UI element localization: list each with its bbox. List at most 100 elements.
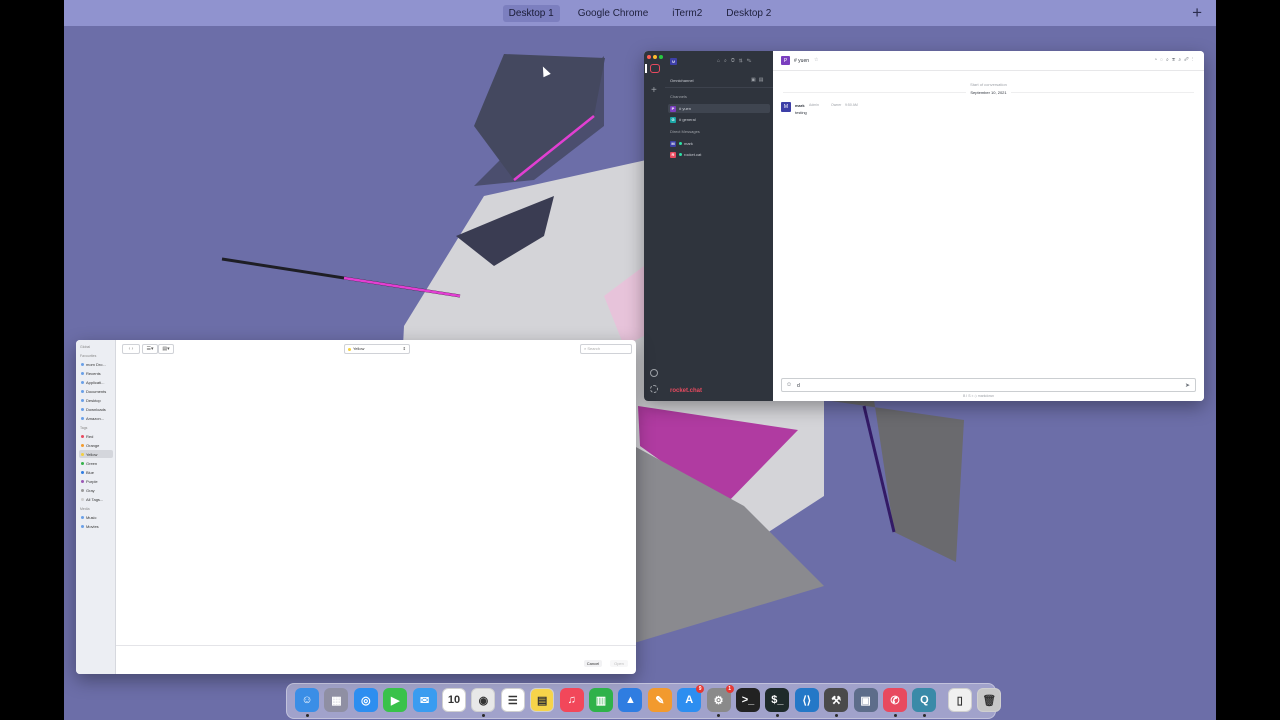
minimize-icon[interactable] — [653, 55, 657, 59]
room-toolbar-icons[interactable]: ◔◌⌕☏⌕✐⋮ — [1154, 57, 1196, 63]
sidebar-item-favourite[interactable]: Documents — [79, 387, 113, 395]
dock-mail-icon[interactable]: ✉ — [412, 688, 437, 712]
cancel-button[interactable]: Cancel — [584, 660, 602, 667]
dock-calendar-icon[interactable]: 10 — [442, 688, 466, 712]
dock-launchpad-icon[interactable]: ▦ — [324, 688, 349, 712]
dock: ☺ ▦ ◎ ▶ ✉ 10 ◉ ☰ ▤ ♫ ▥ ▲ ✎ A 9 ⚙ 1 >_ $_ ⟨⟩ ⚒ ▣ ✆ Q ▯ 🗑 — [286, 683, 1002, 719]
sidebar-item-favourite[interactable]: Desktop — [79, 396, 113, 404]
formatting-icons[interactable]: B I S ⌗ ⟨⟩ — [963, 394, 978, 398]
message-composer[interactable]: ☺ d ➤ — [781, 378, 1196, 392]
sidebar-item-favourite[interactable]: Downloads — [79, 405, 113, 413]
sidebar-item-rocket-cat[interactable]: R rocket.cat — [668, 150, 770, 159]
dock-terminal-icon[interactable]: >_ — [736, 688, 760, 712]
date-label: September 10, 2021 — [773, 90, 1204, 95]
sidebar-item-favourite[interactable]: Recents — [79, 369, 113, 377]
dock-app-store-icon[interactable]: A9 — [677, 685, 705, 712]
sidebar-item-music[interactable]: Music — [79, 513, 113, 521]
markdown-hint: markdown — [977, 394, 994, 398]
sidebar-item-mark[interactable]: M mark — [668, 139, 770, 148]
zoom-icon[interactable] — [659, 55, 663, 59]
dock-xcode-tools-icon[interactable]: ⚒ — [824, 688, 849, 712]
dock-music-icon[interactable]: ♫ — [559, 688, 584, 712]
sidebar-item-general[interactable]: G # general — [668, 115, 770, 124]
sidebar-item-yuen[interactable]: P # yuen — [668, 104, 770, 113]
sidebar-item-favourite[interactable]: mom Dro... — [79, 360, 113, 368]
sidebar-item-favourite[interactable]: Amazon... — [79, 414, 113, 422]
sidebar-item-all-tags[interactable]: All Tags... — [79, 495, 113, 503]
dock-iterm2-icon[interactable]: $_ — [765, 688, 790, 712]
folder-icon — [81, 416, 84, 420]
message-text: testing — [795, 110, 807, 115]
dock-numbers-icon[interactable]: ▥ — [589, 688, 613, 712]
emoji-icon[interactable]: ☺ — [786, 382, 792, 388]
channel-avatar: G — [670, 116, 676, 123]
dock-notes-icon[interactable]: ▤ — [530, 688, 555, 712]
dock-keynote-icon[interactable]: ▲ — [618, 688, 643, 712]
add-server-icon[interactable]: + — [651, 85, 657, 96]
dock-rocket-chat-icon[interactable]: ✆ — [883, 688, 907, 712]
add-space-icon[interactable]: + — [1192, 3, 1202, 23]
location-popup[interactable]: Yellow ⇕ — [344, 344, 410, 354]
favorite-star-icon[interactable]: ☆ — [814, 57, 818, 63]
dock-reminders-icon[interactable]: ☰ — [500, 688, 525, 712]
room-title[interactable]: # yuen — [794, 58, 809, 64]
dock-chrome-icon[interactable]: ◉ — [471, 688, 496, 712]
search-field[interactable]: ⌕ Search — [580, 344, 632, 354]
sidebar-toolbar-icons[interactable]: ⌂⌕◎⇅✎ — [717, 58, 755, 64]
sidebar-item-tag-yellow[interactable]: Yellow — [79, 450, 113, 458]
sidebar-item-tag-green[interactable]: Green — [79, 459, 113, 467]
dock-quicktime-icon[interactable]: Q — [912, 688, 937, 712]
message-time: 9:50 AM — [845, 103, 858, 107]
close-icon[interactable] — [647, 55, 651, 59]
dm-avatar: M — [670, 140, 676, 147]
channel-name: # yuen — [679, 106, 692, 111]
dock-facetime-icon[interactable]: ▶ — [383, 688, 408, 712]
settings-gear-icon[interactable] — [650, 385, 658, 393]
running-indicator — [775, 714, 779, 717]
running-indicator — [717, 714, 721, 717]
apps-icon — [81, 380, 84, 384]
space-tab-iterm2[interactable]: iTerm2 — [666, 5, 708, 22]
dock-safari-icon[interactable]: ◎ — [353, 688, 378, 712]
footer-divider — [116, 645, 636, 646]
open-button[interactable]: Open — [610, 660, 628, 667]
sidebar-item-tag-red[interactable]: Red — [79, 432, 113, 440]
sidebar-item-tag-blue[interactable]: Blue — [79, 468, 113, 476]
conversation-start-label: Start of conversation — [970, 82, 1007, 87]
sidebar-item-movies[interactable]: Movies — [79, 522, 113, 530]
send-icon[interactable]: ➤ — [1185, 382, 1190, 389]
sidebar-item-tag-gray[interactable]: Gray — [79, 486, 113, 494]
space-tab-desktop-2[interactable]: Desktop 2 — [720, 5, 777, 22]
dock-finder-icon[interactable]: ☺ — [295, 688, 319, 712]
group-view-icon[interactable]: ▤▾ — [158, 344, 174, 354]
message-author[interactable]: mark — [795, 103, 805, 108]
tag-label: Blue — [86, 469, 95, 475]
spaces-bar: Desktop 1 Google Chrome iTerm2 Desktop 2… — [64, 0, 1216, 26]
dock-vs-code-icon[interactable]: ⟨⟩ — [794, 688, 819, 712]
list-view-icon[interactable]: ☰▾ — [142, 344, 158, 354]
favourite-label: Downloads — [86, 406, 106, 412]
dock-pages-icon[interactable]: ✎ — [647, 688, 672, 712]
dock-trash-icon[interactable]: 🗑 — [977, 688, 1002, 712]
user-avatar[interactable]: M — [670, 58, 677, 65]
back-forward-icon[interactable]: ‹ › — [122, 344, 140, 354]
space-tab-desktop-1[interactable]: Desktop 1 — [502, 4, 560, 22]
dock-system-preferences-icon[interactable]: ⚙ 1 — [706, 685, 734, 712]
rocketchat-server-icon[interactable] — [650, 64, 660, 73]
rocketchat-logo: rocket.chat — [670, 388, 703, 394]
location-label: Yellow — [353, 346, 365, 351]
sidebar-item-tag-orange[interactable]: Orange — [79, 441, 113, 449]
omnichannel-icons[interactable]: ▣▤ — [751, 77, 766, 83]
space-tab-google-chrome[interactable]: Google Chrome — [572, 5, 655, 22]
composer-input[interactable]: d — [797, 383, 800, 389]
dock-documents-icon[interactable]: ▯ — [947, 688, 972, 712]
channel-name: # general — [679, 117, 696, 122]
dock-virtualbox-icon[interactable]: ▣ — [853, 688, 878, 712]
message-item[interactable]: M mark Admin Owner 9:50 AM testing — [781, 102, 1201, 118]
download-icon — [81, 407, 84, 411]
clock-icon — [81, 371, 84, 375]
omnichannel-label[interactable]: Omnichannel — [670, 78, 694, 83]
sidebar-item-tag-purple[interactable]: Purple — [79, 477, 113, 485]
sidebar-item-favourite[interactable]: Applicati... — [79, 378, 113, 386]
download-icon[interactable] — [650, 369, 658, 377]
